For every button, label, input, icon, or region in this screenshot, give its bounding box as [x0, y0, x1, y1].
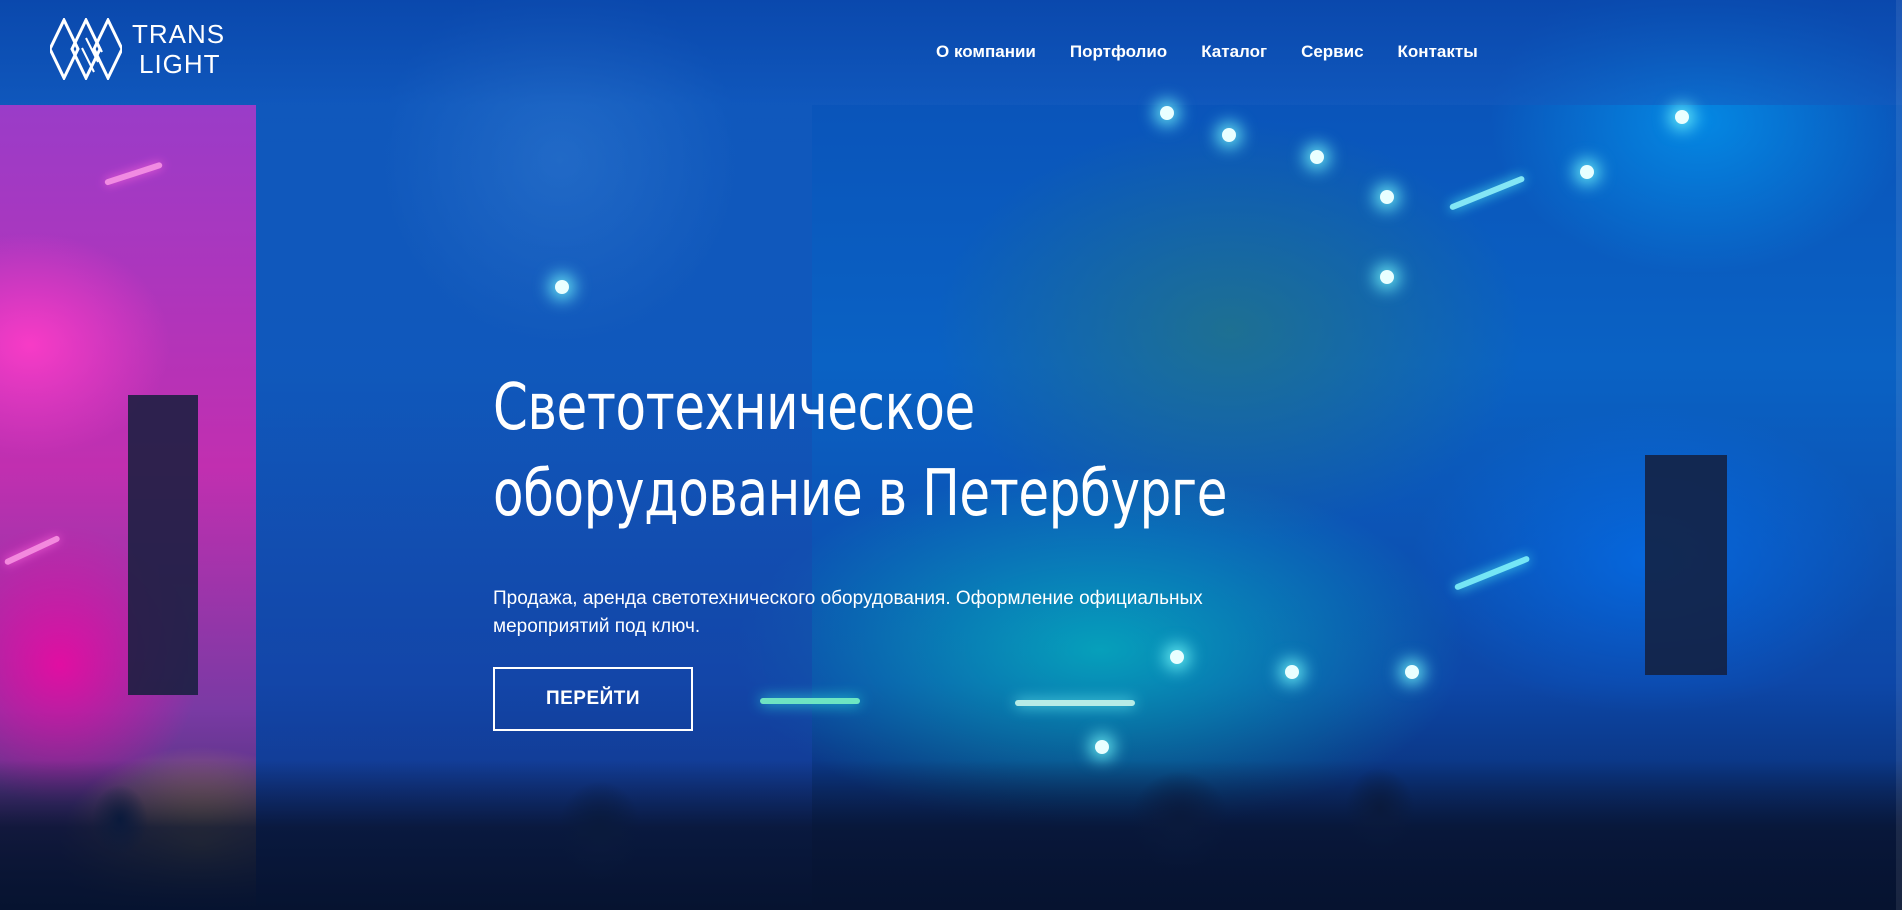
- stage-light: [1222, 128, 1236, 142]
- hero-subtitle: Продажа, аренда светотехнического оборуд…: [493, 588, 1203, 637]
- speaker-stack: [1645, 455, 1727, 675]
- hero-title: Светотехническое оборудование в Петербур…: [493, 371, 1228, 531]
- go-button[interactable]: ПЕРЕЙТИ: [493, 667, 693, 731]
- stage-light: [1675, 110, 1689, 124]
- logo-text: TRANS LIGHT: [132, 19, 225, 79]
- nav-item-about[interactable]: О компании: [936, 42, 1036, 62]
- logo-diamond-icon: [50, 18, 122, 80]
- site-header: TRANS LIGHT О компании Портфолио Каталог…: [0, 0, 1902, 105]
- stage-light: [555, 280, 569, 294]
- speaker-stack: [128, 395, 198, 695]
- logo-text-line2: LIGHT: [139, 49, 221, 79]
- stage-light: [1310, 150, 1324, 164]
- nav-item-portfolio[interactable]: Портфолио: [1070, 42, 1167, 62]
- nav-item-contacts[interactable]: Контакты: [1398, 42, 1478, 62]
- stage-light: [1380, 270, 1394, 284]
- logo-text-line1: TRANS: [132, 19, 226, 49]
- stage-light: [1380, 190, 1394, 204]
- main-navigation: О компании Портфолио Каталог Сервис Конт…: [936, 42, 1478, 62]
- logo-link[interactable]: TRANS LIGHT: [50, 18, 225, 80]
- stage-light: [1160, 106, 1174, 120]
- nav-item-service[interactable]: Сервис: [1301, 42, 1363, 62]
- stage-light: [1405, 665, 1419, 679]
- page-scrollbar[interactable]: [1896, 0, 1902, 910]
- stage-light: [1095, 740, 1109, 754]
- stage-light: [1580, 165, 1594, 179]
- crowd-silhouette: [0, 760, 1902, 910]
- hero-content: Светотехническое оборудование в Петербур…: [493, 365, 1393, 731]
- nav-item-catalog[interactable]: Каталог: [1201, 42, 1267, 62]
